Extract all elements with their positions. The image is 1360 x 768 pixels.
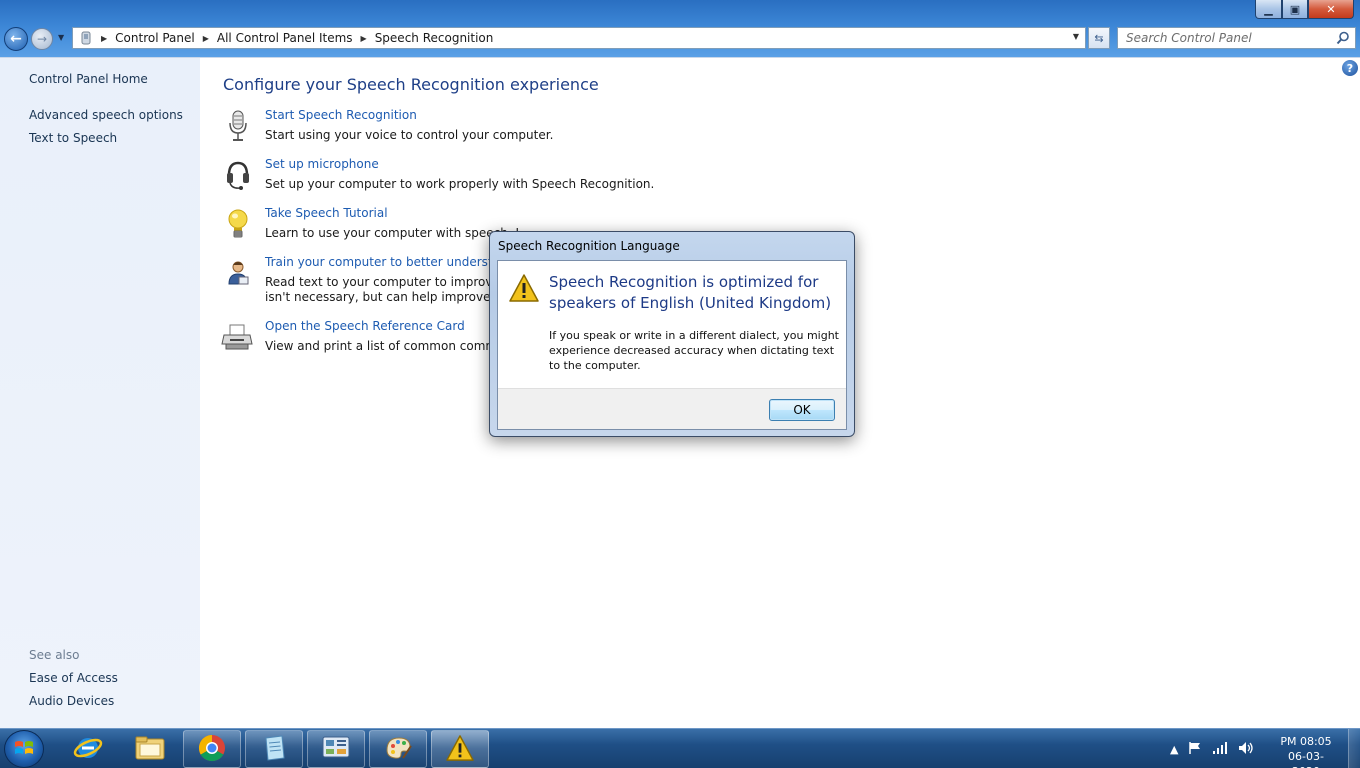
search-box[interactable] [1117,27,1356,49]
train-computer-link[interactable]: Train your computer to better understand [265,255,515,269]
dialog-heading: Speech Recognition is optimized for spea… [549,273,832,312]
search-icon[interactable] [1336,31,1350,45]
notepad-icon [260,734,288,765]
headset-icon [220,157,256,193]
address-bar[interactable]: ▶ Control Panel ▶ All Control Panel Item… [72,27,1086,49]
warning-icon [508,273,540,303]
search-input[interactable] [1118,28,1328,48]
left-navigation-pane: Control Panel Home Advanced speech optio… [0,57,200,728]
action-center-flag-icon[interactable] [1188,741,1202,758]
breadcrumb-separator-icon[interactable]: ▶ [361,34,367,43]
dialog-content: Speech Recognition is optimized for spea… [497,260,847,430]
control-panel-small-icon [79,31,93,45]
dialog-footer: OK [498,388,846,429]
task-description-continued: isn't necessary, but can help improve di… [265,290,524,304]
task-description: Start using your voice to control your c… [265,128,554,142]
microphone-icon [220,108,256,144]
show-desktop-button[interactable] [1348,729,1360,768]
speech-language-dialog: Speech Recognition Language Speech Recog… [489,231,855,437]
ease-of-access-link[interactable]: Ease of Access [29,671,118,685]
taskbar-notepad[interactable] [245,730,303,768]
task-start-speech-recognition: Start Speech Recognition Start using you… [220,108,920,148]
take-speech-tutorial-link[interactable]: Take Speech Tutorial [265,206,388,220]
breadcrumb-speech-recognition[interactable]: Speech Recognition [375,31,494,45]
see-also-heading: See also [29,648,80,662]
window-titlebar: ▁ ▣ ✕ ← → ▼ ▶ Control Panel ▶ All Contro… [0,0,1360,57]
chevron-down-icon: ▼ [58,33,65,42]
recent-pages-button[interactable]: ▼ [58,33,64,42]
dialog-title: Speech Recognition Language [498,239,680,253]
audio-devices-link[interactable]: Audio Devices [29,694,114,708]
restore-icon: ▣ [1289,2,1301,16]
minimize-button[interactable]: ▁ [1255,0,1282,19]
taskbar-clock[interactable]: PM 08:05 06-03-2020 [1276,734,1336,768]
task-description: Set up your computer to work properly wi… [265,177,655,191]
taskbar-paint[interactable] [369,730,427,768]
task-description: Read text to your computer to improve yo [265,275,519,289]
user-training-icon [220,255,256,291]
taskbar-file-explorer[interactable] [121,730,179,768]
volume-icon[interactable] [1238,741,1254,758]
page-title: Configure your Speech Recognition experi… [223,75,599,94]
breadcrumb-control-panel[interactable]: Control Panel [115,31,195,45]
clock-date: 06-03-2020 [1288,750,1324,768]
taskbar-internet-explorer[interactable] [59,730,117,768]
file-explorer-icon [134,734,166,765]
taskbar-speech-warning[interactable] [431,730,489,768]
breadcrumb-all-items[interactable]: All Control Panel Items [217,31,353,45]
ok-button[interactable]: OK [769,399,835,421]
internet-explorer-icon [73,733,103,766]
dialog-message: If you speak or write in a different dia… [549,329,839,372]
show-hidden-icons-icon[interactable]: ▲ [1170,743,1178,756]
breadcrumb-separator-icon[interactable]: ▶ [101,34,107,43]
arrow-right-icon: → [36,32,48,46]
clock-time: PM 08:05 [1280,735,1332,748]
printer-icon [220,319,256,355]
breadcrumb-separator-icon[interactable]: ▶ [203,34,209,43]
set-up-microphone-link[interactable]: Set up microphone [265,157,379,171]
refresh-icon: ⇆ [1094,31,1104,45]
arrow-left-icon: ← [10,31,22,47]
forward-button[interactable]: → [31,28,53,50]
chrome-icon [197,733,227,766]
start-button[interactable] [4,730,44,768]
address-dropdown-icon[interactable]: ▼ [1073,32,1079,41]
task-setup-microphone: Set up microphone Set up your computer t… [220,157,920,197]
control-panel-icon [321,734,351,765]
system-tray: ▲ [1170,729,1254,768]
open-speech-reference-card-link[interactable]: Open the Speech Reference Card [265,319,465,333]
help-icon[interactable]: ? [1342,60,1358,76]
network-signal-icon[interactable] [1212,741,1228,758]
back-button[interactable]: ← [4,27,28,51]
window-controls: ▁ ▣ ✕ [1255,0,1354,19]
close-button[interactable]: ✕ [1308,0,1354,19]
taskbar-chrome[interactable] [183,730,241,768]
close-icon: ✕ [1326,2,1336,16]
advanced-speech-options-link[interactable]: Advanced speech options [29,108,183,122]
refresh-button[interactable]: ⇆ [1088,27,1110,49]
start-speech-recognition-link[interactable]: Start Speech Recognition [265,108,417,122]
warning-icon [445,734,475,765]
taskbar-control-panel[interactable] [307,730,365,768]
windows-logo-icon [14,739,34,760]
paint-icon [383,734,413,765]
lightbulb-icon [220,206,256,242]
minimize-icon: ▁ [1264,2,1273,16]
task-description: View and print a list of common command [265,339,520,353]
maximize-button[interactable]: ▣ [1282,0,1308,19]
text-to-speech-link[interactable]: Text to Speech [29,131,117,145]
task-description: Learn to use your computer with speech. … [265,226,523,240]
taskbar: ▲ PM 08:05 06-03-2020 [0,728,1360,768]
control-panel-home-link[interactable]: Control Panel Home [29,72,148,86]
